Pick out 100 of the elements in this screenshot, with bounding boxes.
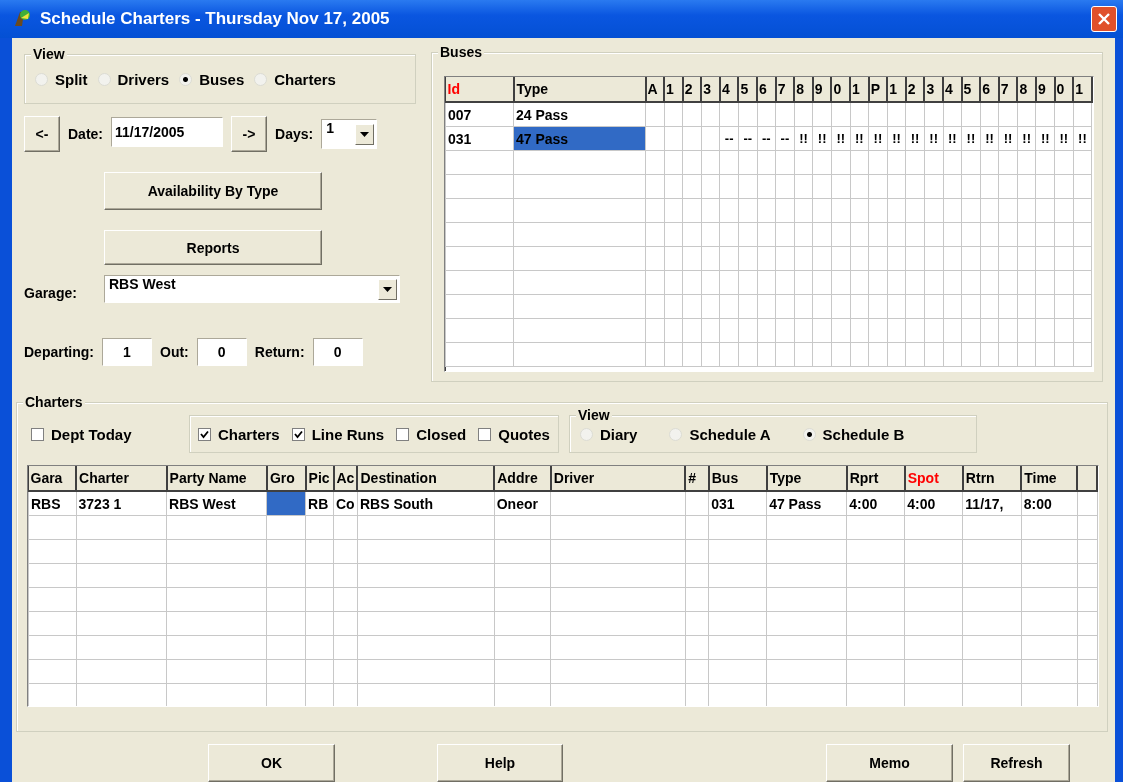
group-label: View	[31, 46, 67, 62]
table-cell: 47 Pass	[766, 491, 847, 516]
schedule-mark: !!	[1054, 126, 1074, 151]
schedule-mark: !!	[961, 126, 981, 151]
checkbox[interactable]	[198, 427, 211, 441]
ok-button[interactable]: OK	[208, 744, 335, 782]
group-label: Charters	[23, 394, 85, 410]
schedule-mark: --	[775, 126, 795, 151]
checkbox[interactable]	[31, 427, 44, 441]
count-label: Return:	[254, 344, 305, 360]
window-title: Schedule Charters - Thursday Nov 17, 2005	[40, 9, 391, 29]
group-label: Buses	[438, 44, 485, 60]
radio-option[interactable]: Schedule A	[669, 425, 771, 443]
table-cell: 031	[708, 491, 767, 516]
schedule-mark: !!	[943, 126, 962, 151]
table-cell: RBS	[28, 491, 77, 516]
schedule-mark: !!	[980, 126, 999, 151]
garage-dropdown[interactable]: RBS West	[104, 275, 400, 303]
radio-option[interactable]: Split	[35, 70, 88, 88]
schedule-mark: --	[738, 126, 758, 151]
schedule-mark: !!	[850, 126, 869, 151]
column-header[interactable]: Charter	[76, 466, 167, 491]
reports-button[interactable]: Reports	[104, 230, 322, 265]
radio-option[interactable]: Schedule B	[802, 425, 905, 443]
table-cell: RB	[305, 491, 334, 516]
refresh-button[interactable]: Refresh	[963, 744, 1070, 782]
availability-button[interactable]: Availability By Type	[104, 172, 322, 210]
radio-option[interactable]: Diary	[579, 425, 638, 443]
schedule-mark: !!	[831, 126, 851, 151]
garage-label: Garage:	[24, 285, 78, 301]
column-header[interactable]: Type	[513, 77, 646, 102]
column-header[interactable]: Rprt	[846, 466, 905, 491]
radio-button[interactable]	[35, 72, 48, 86]
checkbox[interactable]	[478, 427, 492, 441]
next-date-button[interactable]: ->	[231, 116, 267, 152]
count-label: Out:	[160, 344, 189, 360]
column-header[interactable]: Type	[766, 466, 847, 491]
close-button[interactable]	[1091, 6, 1117, 32]
schedule-mark: !!	[794, 126, 813, 151]
table-cell: 47 Pass	[513, 126, 646, 151]
radio-option[interactable]: Drivers	[97, 70, 170, 88]
table-cell: 4:00	[904, 491, 963, 516]
checkbox-option[interactable]: Line Runs	[291, 425, 385, 443]
schedule-mark: !!	[1073, 126, 1092, 151]
column-header[interactable]: #	[685, 466, 709, 491]
schedule-mark: !!	[905, 126, 925, 151]
schedule-mark: !!	[1017, 126, 1036, 151]
column-header[interactable]: Destination	[357, 466, 495, 491]
radio-button[interactable]	[97, 72, 111, 86]
radio-button[interactable]	[179, 72, 193, 86]
table-cell: Oneor	[494, 491, 551, 516]
table-cell: Co	[333, 491, 358, 516]
schedule-mark: !!	[812, 126, 832, 151]
radio-button[interactable]	[254, 72, 268, 86]
column-header[interactable]: Addre	[494, 466, 551, 491]
column-header[interactable]: Time	[1021, 466, 1078, 491]
days-label: Days:	[275, 126, 314, 142]
table-cell: 8:00	[1021, 491, 1078, 516]
radio-option[interactable]: Charters	[254, 70, 336, 88]
count-label: Departing:	[24, 344, 94, 360]
column-header[interactable]: Rtrn	[962, 466, 1022, 491]
table-cell: 4:00	[846, 491, 905, 516]
count-field[interactable]: 1	[102, 338, 152, 366]
column-header[interactable]: Gara	[28, 466, 77, 491]
column-header[interactable]: Gro	[266, 466, 306, 491]
checkbox[interactable]	[396, 427, 410, 441]
checkbox-option[interactable]: Dept Today	[31, 425, 181, 443]
checkbox-option[interactable]: Charters	[198, 425, 280, 443]
table-cell: 007	[445, 102, 514, 127]
column-header[interactable]: Bus	[708, 466, 767, 491]
column-header[interactable]: Ac	[333, 466, 358, 491]
close-icon	[1098, 13, 1110, 25]
schedule-mark: !!	[924, 126, 943, 151]
schedule-mark: --	[719, 126, 739, 151]
radio-option[interactable]: Buses	[179, 70, 245, 88]
date-label: Date:	[68, 126, 103, 142]
schedule-mark: !!	[887, 126, 906, 151]
radio-button[interactable]	[579, 427, 593, 441]
table-cell: 031	[445, 126, 514, 151]
checkbox[interactable]	[291, 427, 305, 441]
schedule-mark: !!	[998, 126, 1018, 151]
previous-date-button[interactable]: <-	[24, 116, 60, 152]
group-label: View	[575, 407, 612, 423]
column-header[interactable]: Pic	[305, 466, 334, 491]
memo-button[interactable]: Memo	[826, 744, 953, 782]
schedule-mark: !!	[868, 126, 888, 151]
radio-button[interactable]	[802, 427, 816, 441]
radio-button[interactable]	[669, 427, 683, 441]
days-dropdown[interactable]: 1	[321, 119, 378, 149]
column-header[interactable]: Party Name	[166, 466, 267, 491]
checkbox-option[interactable]: Closed	[396, 425, 467, 443]
count-field[interactable]: 0	[196, 338, 247, 366]
column-header[interactable]: Driver	[550, 466, 686, 491]
checkbox-option[interactable]: Quotes	[478, 425, 550, 443]
help-button[interactable]: Help	[437, 744, 563, 782]
table-cell: 11/17,	[962, 491, 1022, 516]
table-cell: 24 Pass	[513, 102, 646, 127]
count-field[interactable]: 0	[312, 338, 363, 366]
date-field[interactable]: 11/17/2005	[111, 117, 223, 147]
table-cell: RBS West	[166, 491, 267, 516]
